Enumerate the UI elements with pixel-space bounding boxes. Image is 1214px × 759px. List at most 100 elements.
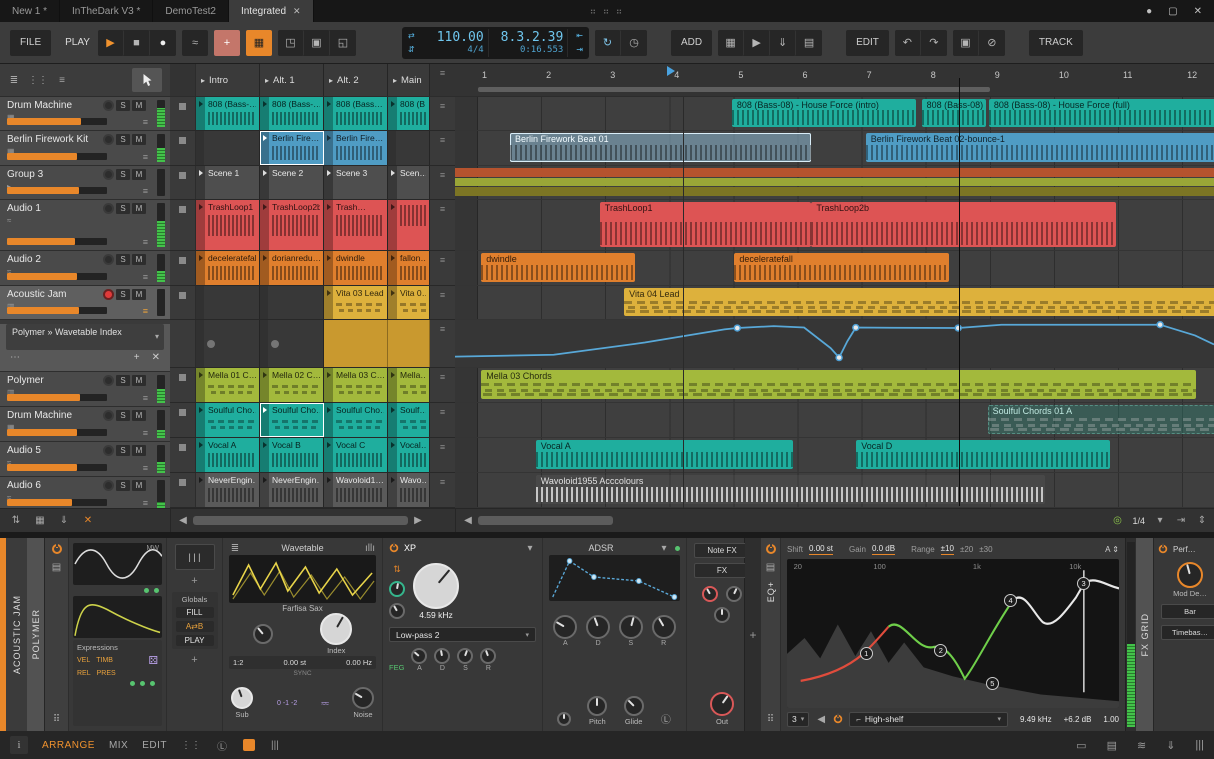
polymer-device-tab[interactable]: POLYMER [27,538,45,731]
band-q[interactable]: 1.00 [1103,715,1119,724]
track-menu-icon[interactable]: ≡ [143,428,148,438]
sub-wave-icon[interactable]: ≈≈ [321,699,329,708]
mod-wheel-display[interactable]: MW [73,543,163,585]
delete-icon[interactable]: ⊘ [978,29,1005,56]
row-menu-icon[interactable]: ≡ [430,320,455,367]
clip-slot[interactable]: Vocal A [196,438,260,472]
volume-fader[interactable] [7,153,107,160]
out-knob[interactable] [710,692,734,716]
fill-toggle[interactable]: FILL [175,607,214,618]
clip-launch-button[interactable] [196,97,205,130]
clip-slot[interactable]: 808 (B… [388,97,430,130]
volume-fader[interactable] [7,238,107,245]
clip-launch-button[interactable] [260,200,269,250]
track-row[interactable]: Drum Machine▦SM≡ [0,97,170,131]
mixer-strip-icon[interactable]: ||| [271,740,279,751]
clip-stop-cell[interactable] [170,403,196,437]
visible-range-bar[interactable] [478,87,990,92]
filter-res-knob[interactable] [389,602,405,619]
wavetable-title[interactable]: Wavetable [246,543,359,553]
attack-knob[interactable] [553,615,578,639]
solo-button[interactable]: S [116,480,130,491]
clip-slot[interactable]: Vita 03 Lead [324,286,388,319]
eq-modulator-icon[interactable]: ⠿ [765,714,777,725]
solo-button[interactable]: S [116,100,130,111]
clip-slot[interactable]: 808 (Bass… [324,97,388,130]
playhead-follow-icon[interactable]: ◎ [1111,515,1123,526]
track-menu-icon[interactable]: ≡ [143,186,148,196]
track-row[interactable]: Group 3▸SM≡ [0,166,170,200]
clip-slot[interactable]: NeverEngin… [260,473,324,507]
song-position[interactable]: 8.3.2.39 [501,30,564,45]
track-row[interactable]: Audio 5 ≈ S M ≡ [0,442,170,477]
clip-slot[interactable]: Soulful Cho… [260,403,324,437]
wavetable-menu-icon[interactable]: ≣ [229,543,241,554]
undo-icon[interactable]: ↶ [894,29,921,56]
wavetable-mod-knob[interactable] [252,624,273,644]
index-knob[interactable] [320,613,353,645]
pres-expression[interactable]: PRES [97,670,116,677]
clip-slot[interactable] [388,320,430,367]
clip-launch-button[interactable] [388,438,397,472]
clip-launch-button[interactable] [388,166,397,199]
bar-length-select[interactable]: Bar [1161,604,1214,619]
arranger-clip[interactable]: Berlin Firework Beat 01 [510,133,812,162]
track-menu-icon[interactable]: ≡ [143,152,148,162]
tempo-value[interactable]: 110.00 [437,30,484,45]
arranger-timeline-header[interactable]: 1 2 3 4 5 6 7 8 9 10 11 12 [455,64,1214,97]
solo-button[interactable]: S [116,375,130,386]
volume-fader[interactable] [7,499,107,506]
preview-icon[interactable]: ▶ [744,29,771,56]
scroll-left-icon[interactable]: ◀ [177,515,189,526]
decay-knob[interactable] [586,615,611,639]
clip-slot[interactable]: Vita 0… [388,286,430,319]
track-menu-icon[interactable]: ≡ [143,393,148,403]
solo-button[interactable]: S [116,203,130,214]
arranger-clip[interactable]: Soulful Chords 01 A [987,405,1214,434]
clip-slot[interactable]: Scen… [388,166,430,199]
feg-label[interactable]: FEG [389,663,404,672]
automation-write-icon[interactable]: ≈ [181,29,208,56]
clip-slot[interactable]: dwindle [324,251,388,285]
add-device-button[interactable]: + [745,538,761,731]
arranger-clip[interactable]: deceleratefall [734,253,950,282]
clip-slot[interactable]: Soulf… [388,403,430,437]
stop-button[interactable]: ■ [123,29,150,56]
prev-band-icon[interactable]: ◀ [815,714,827,725]
clip-launch-button[interactable] [324,131,333,165]
snap-value[interactable]: 1/4 [1132,516,1145,526]
clip-stop-cell[interactable] [170,368,196,402]
filter-route-icon[interactable]: ⇅ [391,564,403,575]
band-gain[interactable]: +6.2 dB [1064,715,1092,724]
band-type-select[interactable]: ⌐ High-shelf ▾ [849,711,1009,727]
clip-slot[interactable]: Mella 02 C… [260,368,324,402]
clip-slot[interactable]: fallon… [388,251,430,285]
tempo-swap-icon[interactable]: ⇄ [408,31,415,40]
add-icon[interactable]: + [134,352,140,363]
empty-clip-slot[interactable] [196,286,260,319]
browser-icon[interactable]: ▦ [718,29,745,56]
clip-stop-cell[interactable] [170,251,196,285]
release-knob[interactable] [651,615,676,639]
adsr-title[interactable]: ADSR [549,543,653,553]
clip-launch-button[interactable] [324,166,333,199]
clip-launch-button[interactable] [196,166,205,199]
clip-slot[interactable]: deceleratefall [196,251,260,285]
add-modulator-button[interactable]: + [191,575,197,587]
session-indicator-icon[interactable]: ● [1146,6,1152,17]
import-icon[interactable]: ⇓ [770,29,797,56]
clip-stop-cell[interactable] [170,166,196,199]
package-download-icon[interactable]: ⇓ [1166,739,1175,752]
track-row[interactable]: Drum Machine▦SM≡ [0,407,170,442]
track-row[interactable]: Audio 2 ≈ S M ≡ [0,251,170,286]
project-notes-icon[interactable]: ▤ [1107,739,1117,752]
track-menu-icon[interactable]: ≡ [143,117,148,127]
row-menu-icon[interactable]: ≡ [430,286,455,319]
arranger-clip[interactable]: 808 (Bass-08) - House Force (full) [988,99,1214,127]
clip-stop-cell[interactable] [170,473,196,507]
record-arm-button[interactable] [103,289,114,300]
track-menu-icon[interactable]: ≡ [143,463,148,473]
sync-ratio[interactable]: 1:2 [233,658,243,667]
zoom-fit-icon[interactable]: ⇥ [1175,515,1187,526]
close-icon[interactable]: ✕ [152,352,160,363]
